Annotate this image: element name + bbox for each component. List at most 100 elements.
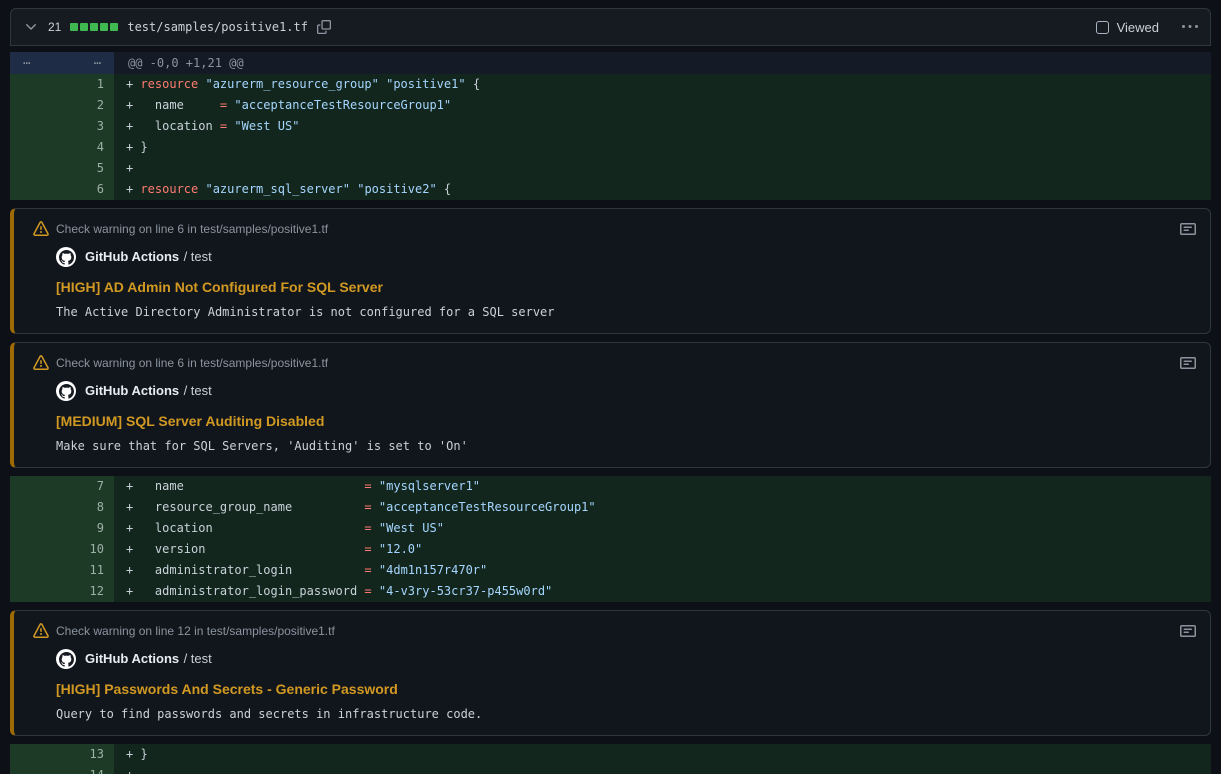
diffstat-block xyxy=(90,23,98,31)
line-number[interactable]: 5 xyxy=(10,158,114,179)
hunk-header: @@ -0,0 +1,21 @@ xyxy=(114,52,1211,74)
diff-line-added: 5+ xyxy=(10,158,1211,179)
diff-line-added: 11+ administrator_login = "4dm1n157r470r… xyxy=(10,560,1211,581)
check-annotation: Check warning on line 6 in test/samples/… xyxy=(10,208,1211,334)
kebab-menu-icon xyxy=(1182,19,1198,35)
hunk-header-row: ⋯ ⋯ @@ -0,0 +1,21 @@ xyxy=(10,52,1211,74)
annotation-source: GitHub Actions / test xyxy=(56,381,1194,401)
checkbox-box[interactable] xyxy=(1096,21,1109,34)
line-number[interactable]: 10 xyxy=(10,539,114,560)
viewed-label: Viewed xyxy=(1117,20,1159,35)
diff-line-added: 12+ administrator_login_password = "4-v3… xyxy=(10,581,1211,602)
code-section: 1+ resource "azurerm_resource_group" "po… xyxy=(10,74,1211,200)
changes-count: 21 xyxy=(48,20,61,34)
annotation-log-button[interactable] xyxy=(1180,221,1196,240)
line-number[interactable]: 7 xyxy=(10,476,114,497)
note-icon xyxy=(1180,221,1196,237)
copy-path-button[interactable] xyxy=(317,20,331,34)
diff-line-added: 4+ } xyxy=(10,137,1211,158)
line-code: + location = "West US" xyxy=(114,518,1211,539)
line-number[interactable]: 12 xyxy=(10,581,114,602)
viewed-checkbox[interactable]: Viewed xyxy=(1096,20,1159,35)
code-section: 7+ name = "mysqlserver1"8+ resource_grou… xyxy=(10,476,1211,602)
annotation-header-row: Check warning on line 12 in test/samples… xyxy=(33,623,1194,639)
line-number[interactable]: 8 xyxy=(10,497,114,518)
expand-dots[interactable]: ⋯ xyxy=(94,56,101,70)
diff-line-added: 13+ } xyxy=(10,744,1211,765)
line-code: + administrator_login_password = "4-v3ry… xyxy=(114,581,1211,602)
line-number[interactable]: 4 xyxy=(10,137,114,158)
diff-line-added: 1+ resource "azurerm_resource_group" "po… xyxy=(10,74,1211,95)
diff-line-added: 3+ location = "West US" xyxy=(10,116,1211,137)
annotation-header-text: Check warning on line 6 in test/samples/… xyxy=(56,222,328,236)
annotation-log-button[interactable] xyxy=(1180,623,1196,642)
line-code: + administrator_login = "4dm1n157r470r" xyxy=(114,560,1211,581)
annotation-body: GitHub Actions / test [MEDIUM] SQL Serve… xyxy=(33,381,1194,453)
line-number[interactable]: 6 xyxy=(10,179,114,200)
check-source-name[interactable]: GitHub Actions xyxy=(85,383,179,398)
note-icon xyxy=(1180,623,1196,639)
line-number[interactable]: 3 xyxy=(10,116,114,137)
diffstat-block xyxy=(70,23,78,31)
diffstat-squares xyxy=(70,23,118,31)
diffstat-block xyxy=(100,23,108,31)
check-source-suffix: / test xyxy=(184,651,212,666)
annotation-title: [MEDIUM] SQL Server Auditing Disabled xyxy=(56,413,1194,429)
expand-hunk-button[interactable]: ⋯ ⋯ xyxy=(10,52,114,74)
check-source-name[interactable]: GitHub Actions xyxy=(85,249,179,264)
diff-line-added: 10+ version = "12.0" xyxy=(10,539,1211,560)
annotation-description: Query to find passwords and secrets in i… xyxy=(56,707,1194,721)
line-number[interactable]: 2 xyxy=(10,95,114,116)
collapse-file-button[interactable] xyxy=(23,19,39,35)
annotation-title: [HIGH] Passwords And Secrets - Generic P… xyxy=(56,681,1194,697)
line-number[interactable]: 14 xyxy=(10,765,114,774)
warning-icon xyxy=(33,221,49,237)
annotation-title: [HIGH] AD Admin Not Configured For SQL S… xyxy=(56,279,1194,295)
diff-line-added: 9+ location = "West US" xyxy=(10,518,1211,539)
check-annotation: Check warning on line 12 in test/samples… xyxy=(10,610,1211,736)
line-number[interactable]: 1 xyxy=(10,74,114,95)
note-icon xyxy=(1180,355,1196,371)
check-source-suffix: / test xyxy=(184,249,212,264)
file-options-button[interactable] xyxy=(1182,19,1198,35)
github-logo-icon xyxy=(56,247,76,267)
annotation-source: GitHub Actions / test xyxy=(56,649,1194,669)
annotation-body: GitHub Actions / test [HIGH] AD Admin No… xyxy=(33,247,1194,319)
warning-icon xyxy=(33,355,49,371)
warning-icon xyxy=(33,623,49,639)
line-number[interactable]: 9 xyxy=(10,518,114,539)
file-header: 21 test/samples/positive1.tf Viewed xyxy=(10,8,1211,46)
diff-line-added: 7+ name = "mysqlserver1" xyxy=(10,476,1211,497)
chevron-down-icon xyxy=(23,19,39,35)
annotation-log-button[interactable] xyxy=(1180,355,1196,374)
line-code: + name = "acceptanceTestResourceGroup1" xyxy=(114,95,1211,116)
diff-line-added: 6+ resource "azurerm_sql_server" "positi… xyxy=(10,179,1211,200)
github-logo-icon xyxy=(56,649,76,669)
check-source-name[interactable]: GitHub Actions xyxy=(85,651,179,666)
copy-icon xyxy=(317,20,331,34)
line-code: + version = "12.0" xyxy=(114,539,1211,560)
expand-dots[interactable]: ⋯ xyxy=(23,56,30,70)
line-code: + } xyxy=(114,744,1211,765)
diff-view: 21 test/samples/positive1.tf Viewed ⋯ ⋯ … xyxy=(0,0,1221,774)
line-code: + resource "azurerm_resource_group" "pos… xyxy=(114,74,1211,95)
line-code: + name = "mysqlserver1" xyxy=(114,476,1211,497)
line-code: + xyxy=(114,765,1211,774)
line-code: + xyxy=(114,158,1211,179)
line-code: + } xyxy=(114,137,1211,158)
check-source-suffix: / test xyxy=(184,383,212,398)
line-number[interactable]: 11 xyxy=(10,560,114,581)
annotation-header-row: Check warning on line 6 in test/samples/… xyxy=(33,221,1194,237)
line-code: + location = "West US" xyxy=(114,116,1211,137)
line-number[interactable]: 13 xyxy=(10,744,114,765)
line-code: + resource_group_name = "acceptanceTestR… xyxy=(114,497,1211,518)
diffstat-block xyxy=(110,23,118,31)
file-path[interactable]: test/samples/positive1.tf xyxy=(127,20,308,34)
annotation-header-text: Check warning on line 6 in test/samples/… xyxy=(56,356,328,370)
annotation-description: Make sure that for SQL Servers, 'Auditin… xyxy=(56,439,1194,453)
diff-line-added: 14+ xyxy=(10,765,1211,774)
diff-line-added: 8+ resource_group_name = "acceptanceTest… xyxy=(10,497,1211,518)
diffstat-block xyxy=(80,23,88,31)
annotation-source: GitHub Actions / test xyxy=(56,247,1194,267)
code-section: 13+ }14+ xyxy=(10,744,1211,774)
